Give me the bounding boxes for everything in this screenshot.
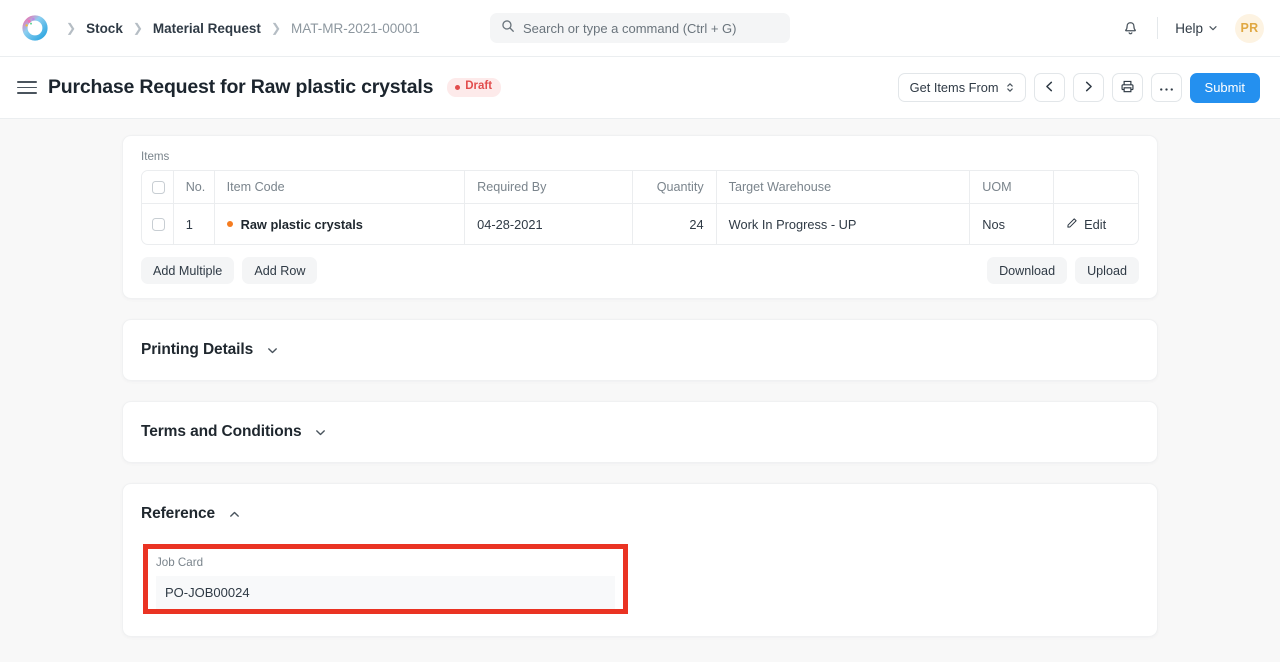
page-header: Purchase Request for Raw plastic crystal… xyxy=(0,57,1280,119)
more-actions-button[interactable] xyxy=(1151,73,1182,102)
row-edit-label: Edit xyxy=(1084,217,1106,232)
get-items-from-button[interactable]: Get Items From xyxy=(898,73,1026,102)
section-reference-title: Reference xyxy=(141,505,215,523)
row-uom[interactable]: Nos xyxy=(970,204,1054,244)
navbar-right-group: Help PR xyxy=(1114,12,1264,44)
prev-document-button[interactable] xyxy=(1034,73,1065,102)
global-search[interactable]: Search or type a command (Ctrl + G) xyxy=(490,13,790,43)
items-header-uom[interactable]: UOM xyxy=(970,171,1054,204)
breadcrumb-item-stock[interactable]: Stock xyxy=(82,19,127,38)
items-field-label: Items xyxy=(141,150,1139,163)
row-required-by[interactable]: 04-28-2021 xyxy=(465,204,633,244)
table-row[interactable]: 1 Raw plastic crystals 04-28-2021 24 Wor… xyxy=(142,204,1138,244)
submit-button[interactable]: Submit xyxy=(1190,73,1260,103)
breadcrumb-separator-1: ❯ xyxy=(129,21,147,35)
chevron-left-icon xyxy=(1043,80,1056,96)
add-row-button[interactable]: Add Row xyxy=(242,257,317,284)
breadcrumb-item-material-request[interactable]: Material Request xyxy=(149,19,265,38)
ellipsis-icon xyxy=(1159,80,1174,95)
user-avatar[interactable]: PR xyxy=(1235,14,1264,43)
add-multiple-button[interactable]: Add Multiple xyxy=(141,257,234,284)
status-dot-icon xyxy=(455,85,460,90)
items-header-target-warehouse[interactable]: Target Warehouse xyxy=(717,171,971,204)
section-printing-details-title: Printing Details xyxy=(141,341,253,359)
select-all-checkbox[interactable] xyxy=(152,181,165,194)
section-terms-and-conditions-title: Terms and Conditions xyxy=(141,423,301,441)
items-header-required-by[interactable]: Required By xyxy=(465,171,633,204)
breadcrumb-separator-2: ❯ xyxy=(267,21,285,35)
search-box[interactable]: Search or type a command (Ctrl + G) xyxy=(490,13,790,43)
pencil-icon xyxy=(1066,217,1078,232)
job-card-input[interactable]: PO-JOB00024 xyxy=(156,576,615,609)
hamburger-menu-icon[interactable] xyxy=(14,75,40,101)
section-reference-header[interactable]: Reference xyxy=(141,484,1139,544)
row-checkbox[interactable] xyxy=(152,218,165,231)
top-navbar: ❯ Stock ❯ Material Request ❯ MAT-MR-2021… xyxy=(0,0,1280,57)
breadcrumb-separator-0: ❯ xyxy=(62,21,80,35)
job-card-highlight-box: Job Card PO-JOB00024 xyxy=(143,544,628,614)
page-body: Items No. Item Code Required By Quantity… xyxy=(0,119,1280,662)
row-target-warehouse[interactable]: Work In Progress - UP xyxy=(717,204,971,244)
next-document-button[interactable] xyxy=(1073,73,1104,102)
section-reference: Reference Job Card PO-JOB00024 xyxy=(122,483,1158,637)
status-badge-label: Draft xyxy=(465,81,492,93)
help-label: Help xyxy=(1175,21,1203,36)
row-item-code-cell[interactable]: Raw plastic crystals xyxy=(215,204,466,244)
download-button[interactable]: Download xyxy=(987,257,1067,284)
chevron-down-icon[interactable] xyxy=(266,344,279,357)
job-card-field: Job Card PO-JOB00024 xyxy=(148,549,623,609)
items-header-no[interactable]: No. xyxy=(174,171,215,204)
chevron-down-icon xyxy=(1208,21,1218,36)
item-status-dot-icon xyxy=(227,221,233,227)
search-icon xyxy=(501,19,515,38)
upload-button[interactable]: Upload xyxy=(1075,257,1139,284)
section-terms-and-conditions[interactable]: Terms and Conditions xyxy=(122,401,1158,463)
row-quantity[interactable]: 24 xyxy=(633,204,717,244)
chevron-right-icon xyxy=(1082,80,1095,96)
chevron-down-icon[interactable] xyxy=(314,426,327,439)
items-grid-actions: Add Multiple Add Row Download Upload xyxy=(141,257,1139,284)
row-item-code: Raw plastic crystals xyxy=(241,217,363,232)
items-grid: No. Item Code Required By Quantity Targe… xyxy=(141,170,1139,245)
print-button[interactable] xyxy=(1112,73,1143,102)
items-header-actions xyxy=(1054,171,1138,204)
navbar-divider xyxy=(1157,17,1158,39)
printer-icon xyxy=(1120,79,1135,97)
page-title: Purchase Request for Raw plastic crystal… xyxy=(48,76,433,99)
row-select-cell xyxy=(142,204,174,244)
get-items-from-label: Get Items From xyxy=(910,80,999,95)
chevron-up-icon[interactable] xyxy=(228,508,241,521)
items-header-item-code[interactable]: Item Code xyxy=(215,171,466,204)
status-badge: Draft xyxy=(447,78,501,97)
items-header-quantity[interactable]: Quantity xyxy=(633,171,717,204)
breadcrumb: ❯ Stock ❯ Material Request ❯ MAT-MR-2021… xyxy=(62,19,424,38)
page-actions: Get Items From xyxy=(898,73,1260,103)
items-header-select xyxy=(142,171,174,204)
search-input-placeholder: Search or type a command (Ctrl + G) xyxy=(523,21,737,36)
help-menu[interactable]: Help xyxy=(1169,17,1224,40)
section-printing-details[interactable]: Printing Details xyxy=(122,319,1158,381)
notification-bell-icon[interactable] xyxy=(1114,12,1146,44)
select-updown-icon xyxy=(1006,82,1014,93)
breadcrumb-item-current[interactable]: MAT-MR-2021-00001 xyxy=(287,19,424,38)
row-edit-cell[interactable]: Edit xyxy=(1054,204,1138,244)
items-grid-header-row: No. Item Code Required By Quantity Targe… xyxy=(142,171,1138,204)
items-section-card: Items No. Item Code Required By Quantity… xyxy=(122,135,1158,299)
job-card-label: Job Card xyxy=(156,556,615,569)
frappe-ring-logo-icon[interactable] xyxy=(22,15,48,41)
row-no: 1 xyxy=(174,204,215,244)
form-container: Items No. Item Code Required By Quantity… xyxy=(122,135,1158,637)
